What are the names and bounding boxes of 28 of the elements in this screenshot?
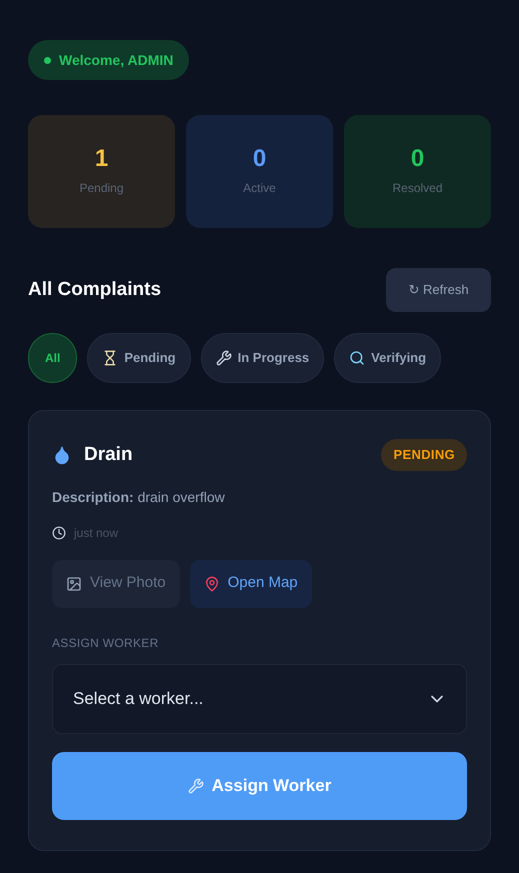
- picture-icon: [66, 576, 82, 592]
- time-text: just now: [74, 524, 118, 542]
- clock-icon: [52, 526, 66, 540]
- search-icon: [349, 350, 366, 366]
- wrench-icon: [216, 350, 232, 366]
- pin-icon: [204, 576, 220, 592]
- description-text: Description: drain overflow: [52, 488, 226, 507]
- worker-select[interactable]: Select a worker...: [52, 664, 467, 734]
- assign-label: ASSIGN WORKER: [52, 634, 160, 652]
- filter-tab[interactable]: All: [28, 333, 78, 383]
- refresh-button[interactable]: ↻ Refresh: [386, 268, 491, 312]
- view-photo-button[interactable]: View Photo: [52, 560, 180, 608]
- stat-value: 0: [410, 146, 424, 170]
- section-heading: All Complaints: [28, 278, 162, 302]
- wrench-icon: [188, 778, 204, 794]
- complaint-title: Drain: [84, 442, 133, 466]
- stat-label: Resolved: [392, 180, 443, 196]
- filter-tab[interactable]: Verifying: [334, 333, 442, 383]
- stat-label: Active: [243, 180, 276, 196]
- status-badge: PENDING: [381, 439, 467, 470]
- stat-value: 1: [94, 146, 108, 170]
- filter-tab[interactable]: In Progress: [200, 333, 324, 383]
- welcome-text: Welcome, ADMIN: [59, 50, 174, 70]
- filter-tab[interactable]: Pending: [87, 333, 191, 383]
- open-map-button[interactable]: Open Map: [190, 560, 312, 608]
- hourglass-icon: [102, 350, 118, 366]
- stat-label: Pending: [79, 180, 124, 196]
- stat-value: 0: [252, 146, 266, 170]
